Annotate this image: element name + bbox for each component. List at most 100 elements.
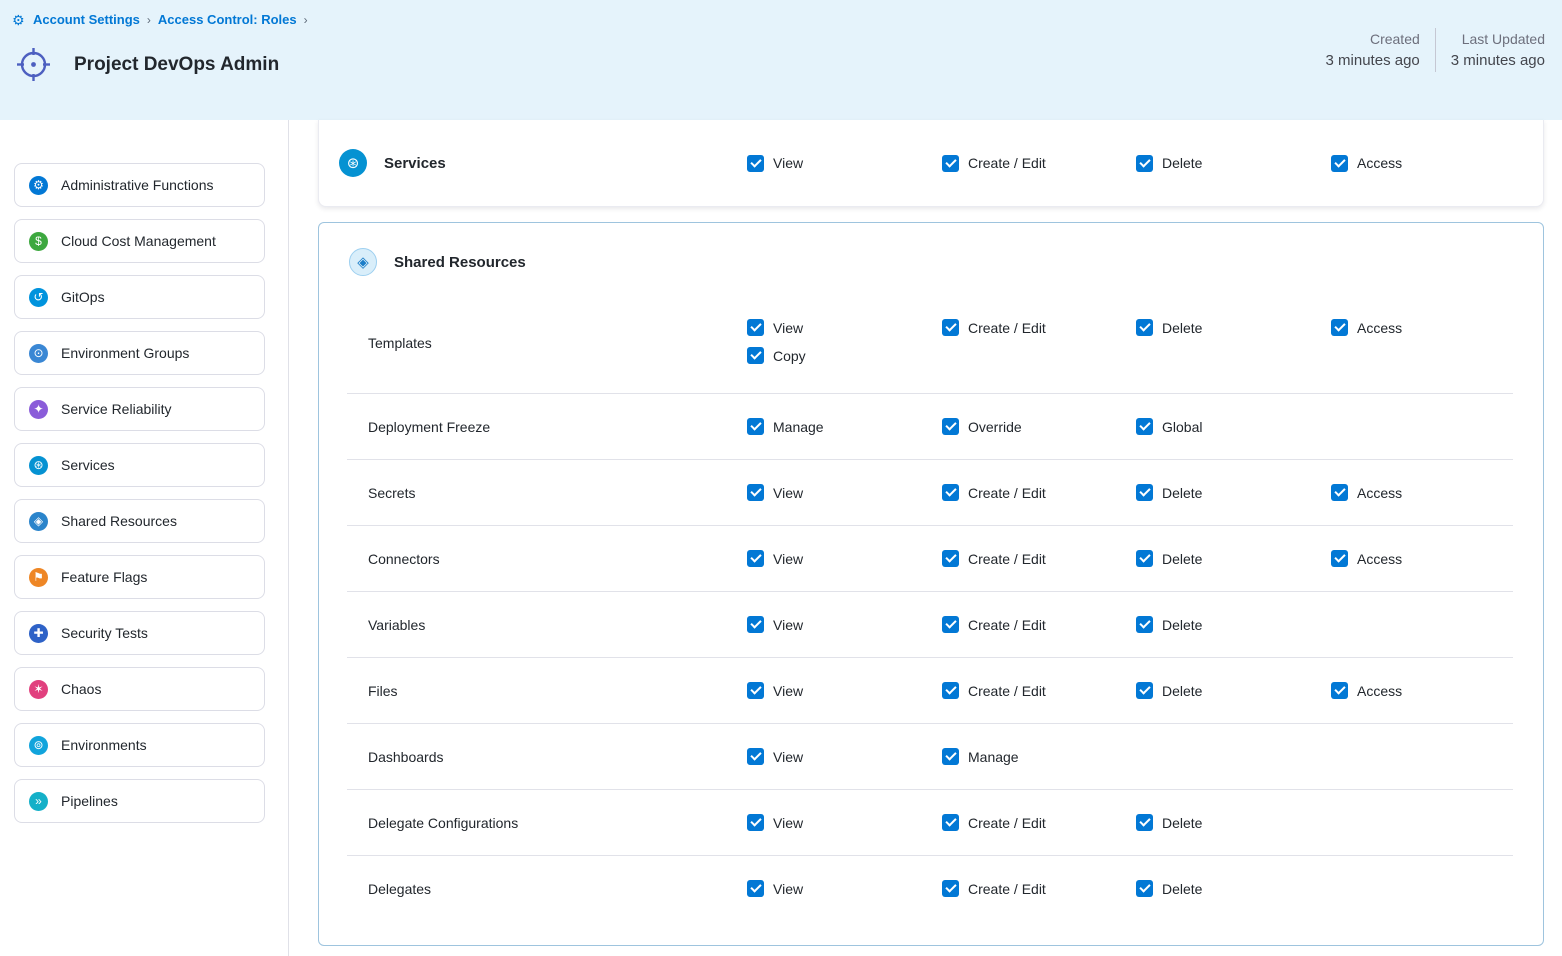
service-reliability-icon: ✦ (29, 400, 48, 419)
permission-checkbox-item[interactable]: Manage (942, 748, 1136, 765)
permission-checkbox-item[interactable]: Delete (1136, 880, 1331, 897)
checkbox-checked-icon[interactable] (1331, 484, 1348, 501)
checkbox-checked-icon[interactable] (1136, 155, 1153, 172)
permission-cell: Manage (747, 418, 942, 435)
permission-checkbox-item[interactable]: Access (1331, 484, 1543, 501)
checkbox-checked-icon[interactable] (1136, 319, 1153, 336)
permission-checkbox-item[interactable]: Access (1331, 682, 1543, 699)
checkbox-checked-icon[interactable] (747, 418, 764, 435)
checkbox-checked-icon[interactable] (942, 550, 959, 567)
permission-checkbox-item[interactable]: Create / Edit (942, 484, 1136, 501)
permission-cell: Delete (1136, 296, 1331, 336)
sidebar-item-pipelines[interactable]: » Pipelines (14, 779, 265, 823)
checkbox-checked-icon[interactable] (747, 682, 764, 699)
permission-label: View (773, 815, 803, 831)
sidebar-item-security-tests[interactable]: ✚ Security Tests (14, 611, 265, 655)
sidebar-item-chaos[interactable]: ✶ Chaos (14, 667, 265, 711)
services-icon: ⊛ (339, 149, 367, 177)
resource-label: Files (319, 683, 747, 699)
permission-checkbox-item[interactable]: Delete (1136, 319, 1331, 336)
permission-checkbox-item[interactable]: Delete (1136, 682, 1331, 699)
permission-checkbox-item[interactable]: View (747, 880, 942, 897)
checkbox-checked-icon[interactable] (747, 155, 764, 172)
permission-checkbox-item[interactable]: Create / Edit (942, 155, 1136, 172)
breadcrumb-account-settings[interactable]: Account Settings (33, 12, 140, 27)
permission-checkbox-item[interactable]: View (747, 550, 942, 567)
checkbox-checked-icon[interactable] (1136, 484, 1153, 501)
checkbox-checked-icon[interactable] (747, 748, 764, 765)
checkbox-checked-icon[interactable] (942, 616, 959, 633)
permission-checkbox-item[interactable]: View (747, 682, 942, 699)
sidebar-item-shared-resources[interactable]: ◈ Shared Resources (14, 499, 265, 543)
permission-checkbox-item[interactable]: Global (1136, 418, 1331, 435)
checkbox-checked-icon[interactable] (1331, 155, 1348, 172)
checkbox-checked-icon[interactable] (747, 814, 764, 831)
sidebar-item-gitops[interactable]: ↺ GitOps (14, 275, 265, 319)
checkbox-checked-icon[interactable] (1136, 616, 1153, 633)
checkbox-checked-icon[interactable] (1331, 682, 1348, 699)
sidebar-item-administrative-functions[interactable]: ⚙ Administrative Functions (14, 163, 265, 207)
permission-checkbox-item[interactable]: Delete (1136, 550, 1331, 567)
permission-checkbox-item[interactable]: Create / Edit (942, 880, 1136, 897)
permission-label: Manage (773, 419, 824, 435)
checkbox-checked-icon[interactable] (747, 880, 764, 897)
checkbox-checked-icon[interactable] (747, 319, 764, 336)
checkbox-checked-icon[interactable] (1331, 550, 1348, 567)
breadcrumb-separator: › (147, 13, 151, 27)
checkbox-checked-icon[interactable] (942, 748, 959, 765)
permission-checkbox-item[interactable]: View (747, 616, 942, 633)
checkbox-checked-icon[interactable] (942, 880, 959, 897)
checkbox-checked-icon[interactable] (1136, 814, 1153, 831)
permission-cell: View (747, 682, 942, 699)
checkbox-checked-icon[interactable] (942, 682, 959, 699)
shared-resources-rows: Templates View Copy Create / Edit Delete… (319, 296, 1543, 921)
sidebar-item-feature-flags[interactable]: ⚑ Feature Flags (14, 555, 265, 599)
permission-checkbox-item[interactable]: Create / Edit (942, 319, 1136, 336)
permission-checkbox-item[interactable]: Delete (1136, 484, 1331, 501)
permission-checkbox-item[interactable]: View (747, 484, 942, 501)
permission-checkbox-item[interactable]: Delete (1136, 616, 1331, 633)
permission-checkbox-item[interactable]: Override (942, 418, 1136, 435)
checkbox-checked-icon[interactable] (747, 484, 764, 501)
permission-checkbox-item[interactable]: Delete (1136, 814, 1331, 831)
permission-label: Access (1357, 320, 1402, 336)
checkbox-checked-icon[interactable] (1136, 880, 1153, 897)
sidebar-item-service-reliability[interactable]: ✦ Service Reliability (14, 387, 265, 431)
checkbox-checked-icon[interactable] (747, 347, 764, 364)
permission-checkbox-item[interactable]: Delete (1136, 155, 1331, 172)
checkbox-checked-icon[interactable] (942, 319, 959, 336)
checkbox-checked-icon[interactable] (942, 155, 959, 172)
permission-checkbox-item[interactable]: View (747, 814, 942, 831)
shared-resources-icon: ◈ (29, 512, 48, 531)
permission-checkbox-item[interactable]: Create / Edit (942, 682, 1136, 699)
permission-checkbox-item[interactable]: Access (1331, 550, 1543, 567)
breadcrumb-access-control-roles[interactable]: Access Control: Roles (158, 12, 297, 27)
permission-checkbox-item[interactable]: Access (1331, 319, 1543, 336)
permission-checkbox-item[interactable]: View (747, 748, 942, 765)
checkbox-checked-icon[interactable] (747, 616, 764, 633)
checkbox-checked-icon[interactable] (942, 484, 959, 501)
services-permissions-row: ⊛ Services View Create / Edit Delete Acc… (319, 120, 1543, 206)
permission-checkbox-item[interactable]: Create / Edit (942, 814, 1136, 831)
checkbox-checked-icon[interactable] (1136, 550, 1153, 567)
feature-flags-icon: ⚑ (29, 568, 48, 587)
sidebar-item-cloud-cost-management[interactable]: $ Cloud Cost Management (14, 219, 265, 263)
permission-checkbox-item[interactable]: Create / Edit (942, 550, 1136, 567)
permission-checkbox-item[interactable]: Manage (747, 418, 942, 435)
checkbox-checked-icon[interactable] (1331, 319, 1348, 336)
permission-checkbox-item[interactable]: Access (1331, 155, 1543, 172)
checkbox-checked-icon[interactable] (1136, 418, 1153, 435)
settings-gear-icon[interactable]: ⚙ (12, 12, 25, 29)
checkbox-checked-icon[interactable] (1136, 682, 1153, 699)
permission-checkbox-item[interactable]: View (747, 319, 942, 336)
checkbox-checked-icon[interactable] (942, 418, 959, 435)
checkbox-checked-icon[interactable] (942, 814, 959, 831)
permission-checkbox-item[interactable]: Create / Edit (942, 616, 1136, 633)
checkbox-checked-icon[interactable] (747, 550, 764, 567)
sidebar-item-services[interactable]: ⊛ Services (14, 443, 265, 487)
permission-checkbox-item[interactable]: View (747, 155, 942, 172)
sidebar-item-environments[interactable]: ⊚ Environments (14, 723, 265, 767)
sidebar-item-environment-groups[interactable]: ⊙ Environment Groups (14, 331, 265, 375)
permission-checkbox-item[interactable]: Copy (747, 347, 942, 364)
permission-label: View (773, 155, 803, 171)
